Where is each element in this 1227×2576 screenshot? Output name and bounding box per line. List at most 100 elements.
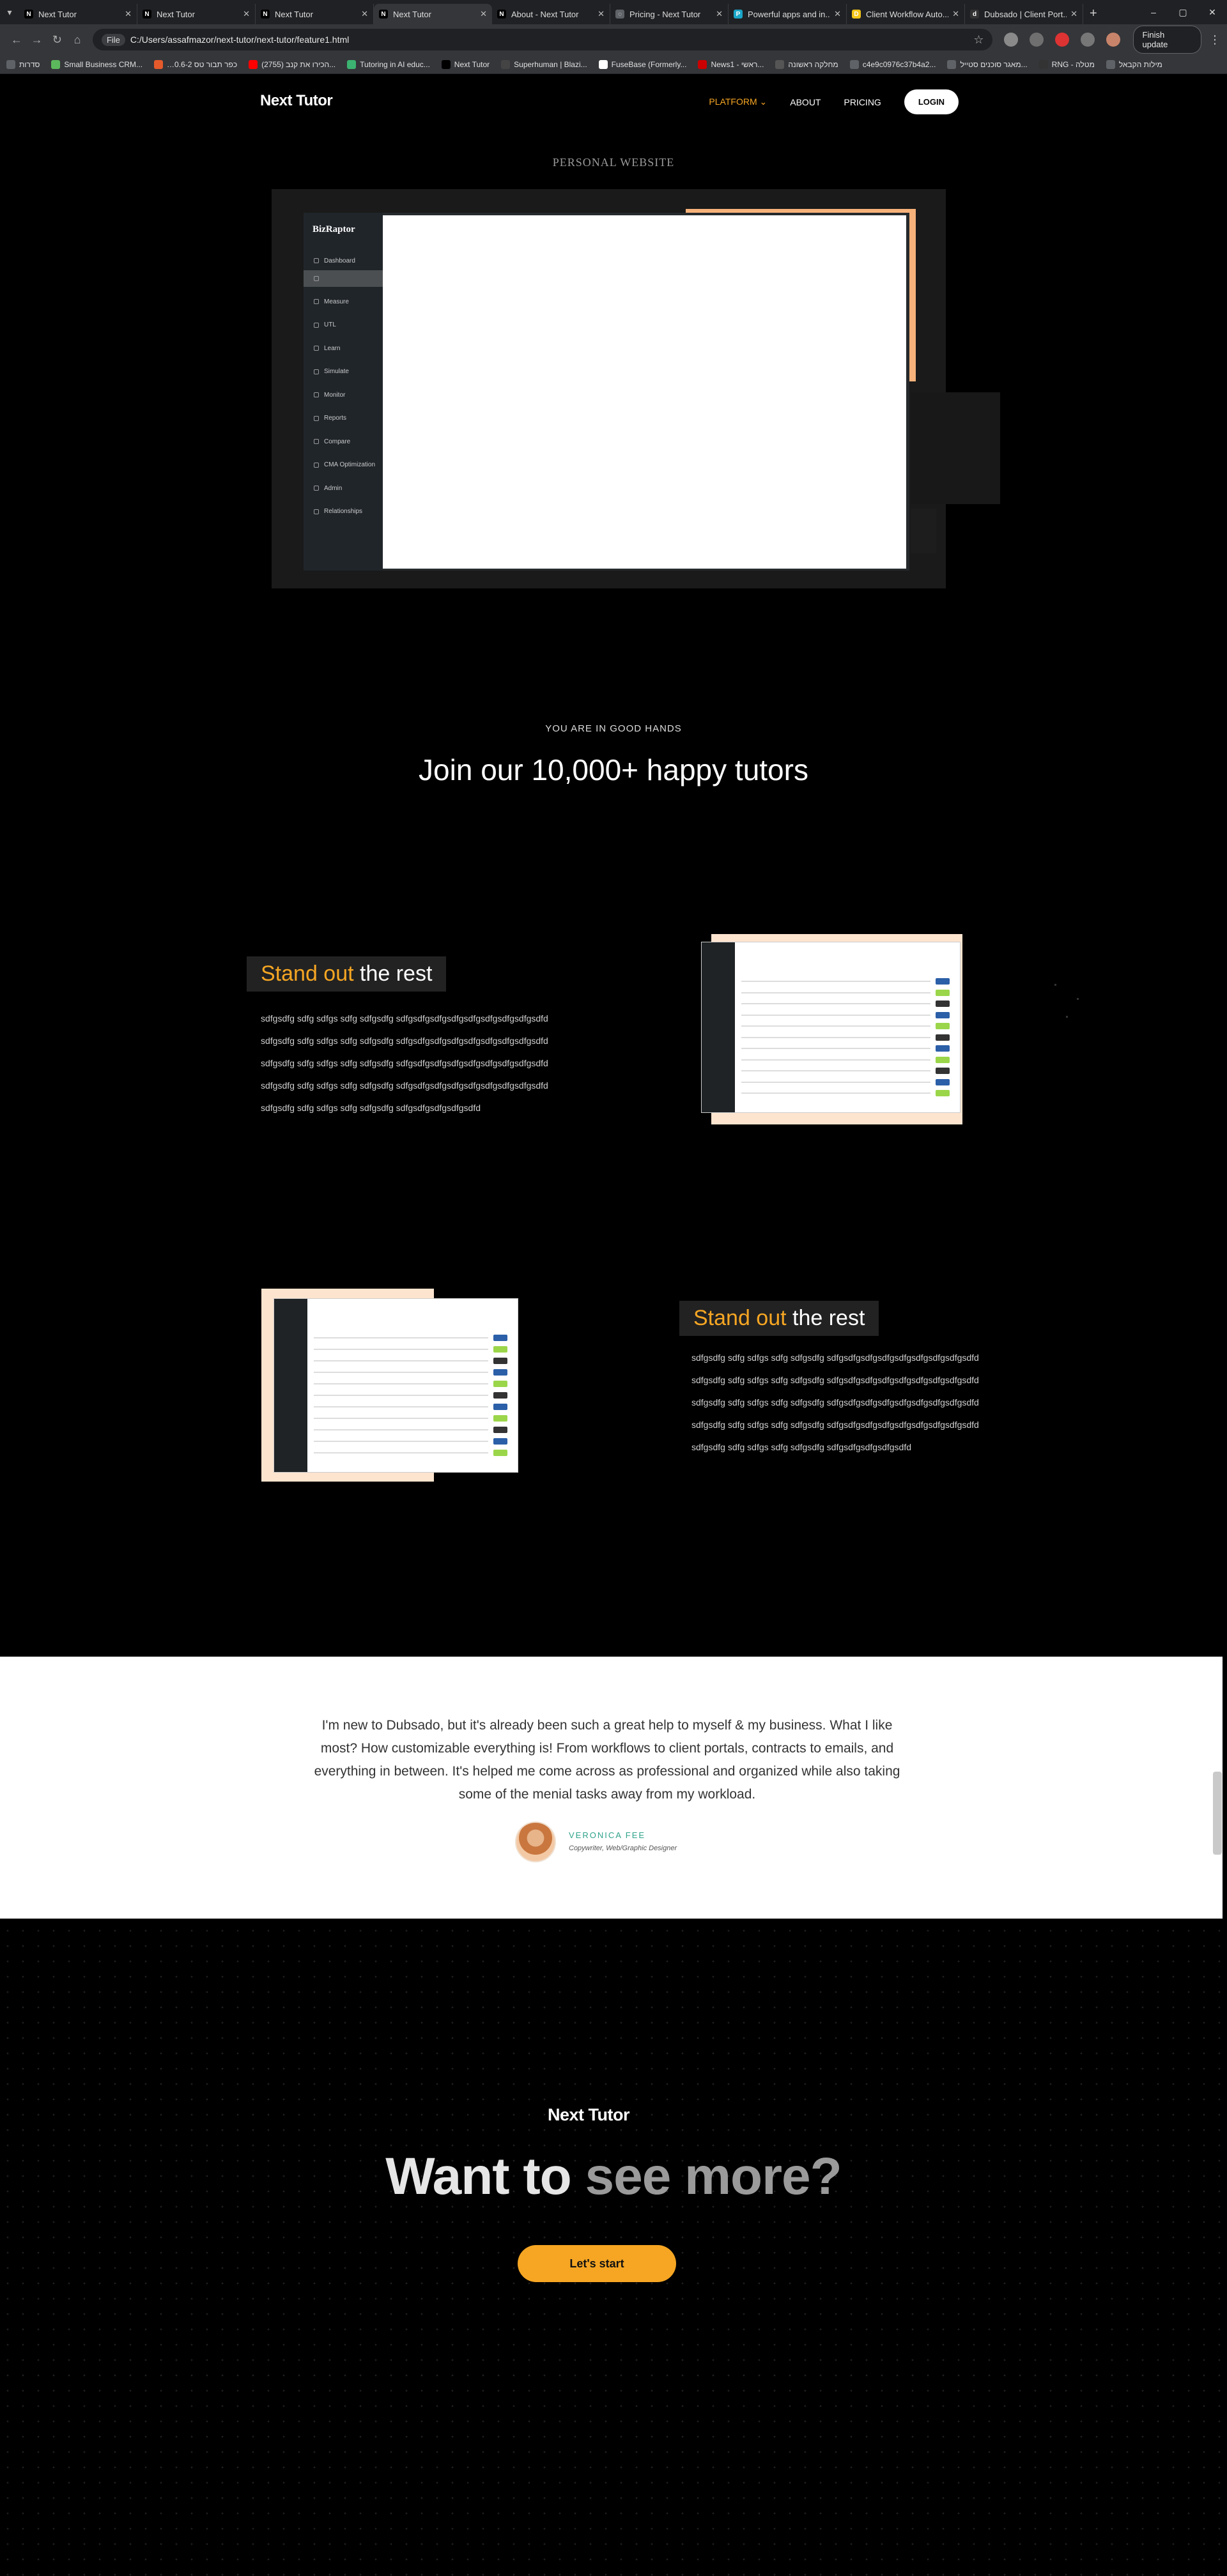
browser-tab[interactable]: D Client Workflow Auto... ✕: [847, 4, 965, 24]
cta-title-part: Want to: [385, 2147, 585, 2205]
feature-line: sdfgsdfg sdfg sdfgs sdfg sdfgsdfg sdfgsd…: [691, 1397, 979, 1407]
backdrop-panel: [911, 392, 1000, 504]
browser-tab[interactable]: d Dubsado | Client Port... ✕: [965, 4, 1083, 24]
home-icon[interactable]: ⌂: [67, 29, 88, 50]
app-menu-label: Monitor: [324, 391, 346, 399]
bookmark-item[interactable]: סדרות: [6, 59, 40, 69]
bookmark-item[interactable]: …0.6-2 כפר תבור טס: [154, 59, 237, 69]
close-tab-icon[interactable]: ✕: [716, 9, 723, 19]
feature-line: sdfgsdfg sdfg sdfgs sdfg sdfgsdfg sdfgsd…: [261, 1036, 548, 1046]
close-tab-icon[interactable]: ✕: [834, 9, 841, 19]
close-tab-icon[interactable]: ✕: [243, 9, 250, 19]
bookmark-item[interactable]: (2755) הכירו את קנב...: [249, 59, 336, 69]
close-tab-icon[interactable]: ✕: [598, 9, 605, 19]
mock-status-badge: [493, 1358, 507, 1364]
feature-title-highlight: Stand out: [261, 962, 354, 986]
lets-start-button[interactable]: Let's start: [518, 2245, 676, 2282]
mock-status-badge: [493, 1427, 507, 1433]
feature-1-title: Stand out the rest: [247, 956, 447, 992]
app-menu-label: Admin: [324, 484, 343, 492]
bookmark-star-icon[interactable]: ☆: [973, 33, 984, 47]
bookmark-label: Superhuman | Blazi...: [514, 59, 587, 69]
cta-title: Want to see more?: [0, 2147, 1227, 2207]
mock-status-badge: [936, 1011, 950, 1018]
mock-status-badge: [493, 1346, 507, 1353]
nav-platform[interactable]: PLATFORM ⌄: [709, 96, 767, 107]
bookmark-label: מחלקה ראשונה: [788, 59, 838, 69]
bookmark-label: Small Business CRM...: [64, 59, 143, 69]
bookmark-item[interactable]: c4e9c0976c37b4a2...: [849, 59, 936, 69]
shield-extension-icon[interactable]: [1030, 33, 1044, 47]
bookmark-item[interactable]: FuseBase (Formerly...: [598, 59, 686, 69]
bookmark-item[interactable]: News1 - ראשי...: [698, 59, 764, 69]
browser-tab[interactable]: N Next Tutor ✕: [374, 4, 492, 24]
mock-table-row: [741, 1092, 930, 1094]
mock-status-badge: [936, 1000, 950, 1008]
close-tab-icon[interactable]: ✕: [952, 9, 959, 19]
app-menu-label: UTL: [324, 321, 336, 328]
mock-status-badge: [936, 1034, 950, 1041]
browser-tab[interactable]: N About - Next Tutor ✕: [492, 4, 610, 24]
record-extension-icon[interactable]: [1055, 33, 1069, 47]
feature-2-screenshot: [274, 1298, 518, 1473]
scrollbar-thumb[interactable]: [1213, 1772, 1222, 1855]
tab-favicon-icon: P: [734, 10, 743, 19]
forward-icon[interactable]: →: [27, 29, 47, 50]
feature-line: sdfgsdfg sdfg sdfgs sdfg sdfgsdfg sdfgsd…: [691, 1442, 911, 1452]
close-tab-icon[interactable]: ✕: [480, 9, 487, 19]
tab-favicon-icon: d: [970, 10, 979, 19]
profile-avatar[interactable]: [1106, 33, 1120, 47]
minimize-icon[interactable]: –: [1139, 7, 1168, 17]
mock-table-row: [314, 1349, 488, 1350]
nav-pricing[interactable]: PRICING: [844, 97, 881, 107]
bookmark-item[interactable]: Small Business CRM...: [51, 59, 143, 69]
bookmark-item[interactable]: מאגר סוכנים סטייל...: [947, 59, 1028, 69]
app-logo: BizRaptor: [313, 224, 355, 234]
app-menu-label: Relationships: [324, 508, 363, 515]
bookmark-item[interactable]: RNG - מטלה: [1038, 59, 1095, 69]
browser-menu-icon[interactable]: ⋮: [1209, 33, 1221, 47]
close-window-icon[interactable]: ✕: [1198, 7, 1227, 18]
login-button[interactable]: LOGIN: [904, 89, 959, 114]
mock-status-badge: [936, 1068, 950, 1075]
puzzle-extensions-icon[interactable]: [1080, 33, 1095, 47]
bookmark-favicon-icon: [154, 59, 164, 69]
browser-tab[interactable]: ◌ Pricing - Next Tutor ✕: [610, 4, 729, 24]
chevron-down-icon: ⌄: [759, 96, 768, 107]
browser-tab[interactable]: P Powerful apps and in... ✕: [729, 4, 847, 24]
menu-item-icon: [314, 369, 319, 374]
bookmark-item[interactable]: Next Tutor: [441, 59, 490, 69]
browser-tab[interactable]: N Next Tutor ✕: [137, 4, 256, 24]
bookmark-item[interactable]: Superhuman | Blazi...: [501, 59, 587, 69]
decor-dot: [1066, 1016, 1068, 1018]
browser-tab[interactable]: N Next Tutor ✕: [19, 4, 137, 24]
new-tab-button[interactable]: +: [1090, 6, 1097, 21]
tab-search-icon[interactable]: ▾: [0, 3, 19, 22]
url-scheme-chip[interactable]: File: [101, 33, 125, 46]
finish-update-button[interactable]: Finish update: [1132, 26, 1201, 54]
mock-status-badge: [493, 1438, 507, 1445]
bookmark-item[interactable]: Tutoring in AI educ...: [347, 59, 430, 69]
app-main-area: [383, 215, 906, 569]
close-tab-icon[interactable]: ✕: [1070, 9, 1077, 19]
address-bar[interactable]: File C:/Users/assafmazor/next-tutor/next…: [92, 29, 993, 50]
mock-table-row: [741, 1059, 930, 1061]
bookmark-item[interactable]: מחלקה ראשונה: [775, 59, 838, 69]
backdrop-panel: [911, 509, 936, 553]
url-text[interactable]: C:/Users/assafmazor/next-tutor/next-tuto…: [130, 34, 973, 45]
mock-table-row: [314, 1418, 488, 1419]
reload-icon[interactable]: ↻: [47, 29, 67, 50]
close-tab-icon[interactable]: ✕: [361, 9, 368, 19]
browser-tab[interactable]: N Next Tutor ✕: [256, 4, 374, 24]
nav-about[interactable]: ABOUT: [790, 97, 821, 107]
site-logo[interactable]: Next Tutor: [260, 92, 333, 110]
feature-1-screenshot: [701, 942, 961, 1113]
bookmark-item[interactable]: מילות הקבאל: [1106, 59, 1162, 69]
mock-status-badge: [936, 978, 950, 985]
maximize-icon[interactable]: ▢: [1168, 7, 1198, 18]
close-tab-icon[interactable]: ✕: [125, 9, 132, 19]
mock-table-row: [741, 1003, 930, 1005]
extension-icon[interactable]: [1004, 33, 1019, 47]
bookmark-favicon-icon: [947, 59, 957, 69]
back-icon[interactable]: ←: [6, 29, 27, 50]
